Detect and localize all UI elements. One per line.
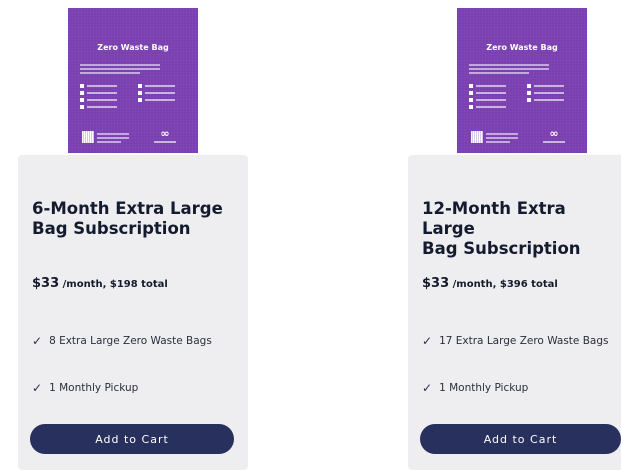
bag-instructions: [469, 62, 569, 76]
add-to-cart-button[interactable]: Add to Cart: [420, 424, 621, 454]
bag-checklist: [80, 84, 188, 112]
qr-code-icon: [82, 131, 94, 143]
feature-item: ✓ 17 Extra Large Zero Waste Bags: [422, 334, 609, 348]
qr-caption: [97, 133, 129, 145]
price-amount: $33: [32, 276, 60, 291]
product-title-line-1: 12-Month Extra Large: [422, 199, 566, 238]
check-icon: ✓: [32, 334, 43, 348]
price-suffix: /month, $396 total: [452, 279, 558, 290]
check-icon: ✓: [32, 381, 43, 395]
infinity-loop-logo: ∞: [543, 128, 565, 143]
feature-label: 8 Extra Large Zero Waste Bags: [49, 335, 212, 347]
feature-item: ✓ 8 Extra Large Zero Waste Bags: [32, 334, 212, 348]
product-title: 12-Month Extra Large Bag Subscription: [422, 199, 621, 259]
product-details-card: 6-Month Extra Large Bag Subscription $33…: [18, 155, 248, 470]
product-title-line-2: Bag Subscription: [32, 219, 191, 238]
qr-code-icon: [471, 131, 483, 143]
check-icon: ✓: [422, 334, 433, 348]
feature-item: ✓ 1 Monthly Pickup: [32, 381, 138, 395]
product-title-line-2: Bag Subscription: [422, 239, 581, 258]
bag-checklist: [469, 84, 577, 112]
product-details-card: 12-Month Extra Large Bag Subscription $3…: [408, 155, 621, 470]
product-title: 6-Month Extra Large Bag Subscription: [32, 199, 232, 239]
feature-label: 1 Monthly Pickup: [439, 382, 529, 394]
add-to-cart-button[interactable]: Add to Cart: [30, 424, 234, 454]
product-title-line-1: 6-Month Extra Large: [32, 199, 223, 218]
price-amount: $33: [422, 276, 450, 291]
check-icon: ✓: [422, 381, 433, 395]
qr-caption: [486, 133, 518, 145]
feature-item: ✓ 1 Monthly Pickup: [422, 381, 528, 395]
product-image[interactable]: Zero Waste Bag ∞: [457, 8, 587, 153]
feature-label: 1 Monthly Pickup: [49, 382, 139, 394]
product-image[interactable]: Zero Waste Bag ∞: [68, 8, 198, 153]
price-suffix: /month, $198 total: [62, 279, 168, 290]
product-price: $33 /month, $396 total: [422, 276, 558, 291]
bag-image-title: Zero Waste Bag: [97, 43, 169, 52]
infinity-loop-logo: ∞: [154, 128, 176, 143]
product-price: $33 /month, $198 total: [32, 276, 168, 291]
bag-image-title: Zero Waste Bag: [486, 43, 558, 52]
bag-instructions: [80, 62, 180, 76]
feature-label: 17 Extra Large Zero Waste Bags: [439, 335, 609, 347]
